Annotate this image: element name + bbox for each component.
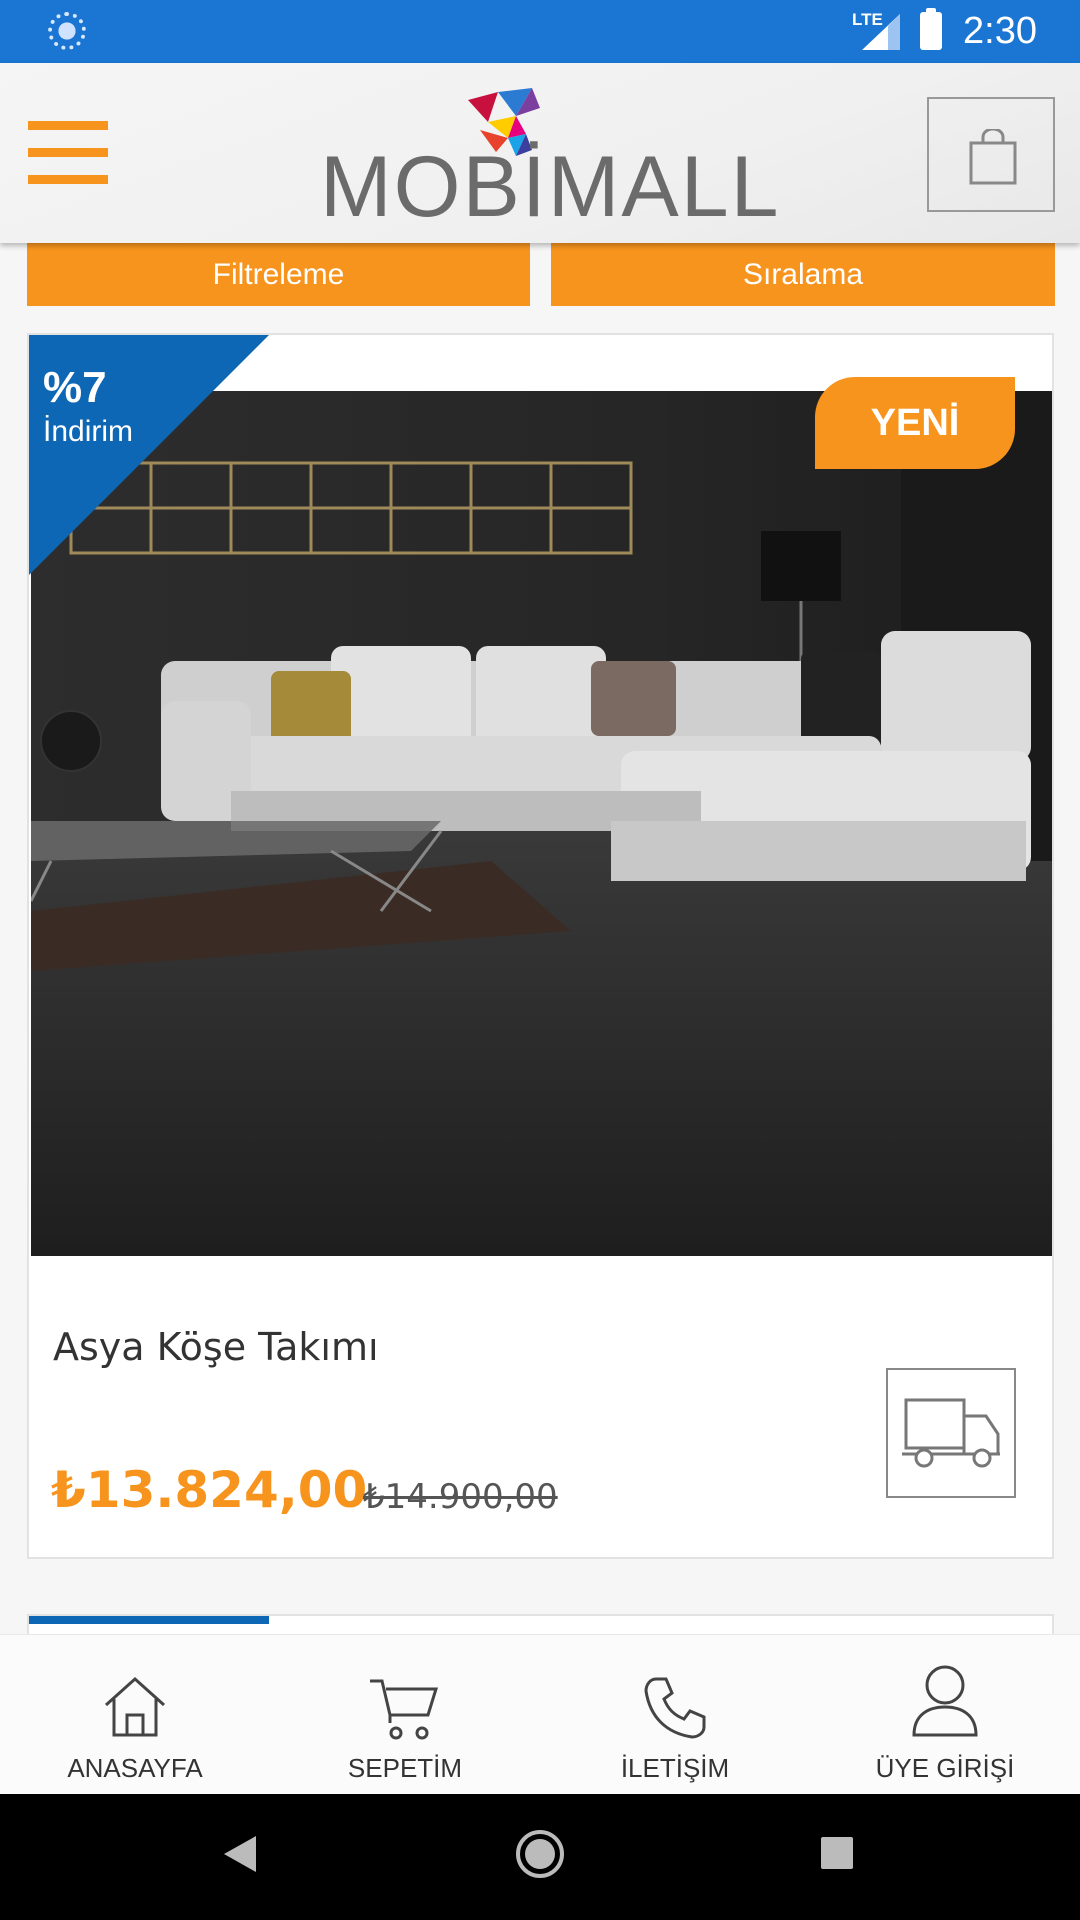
nav-login[interactable]: ÜYE GİRİŞİ	[810, 1635, 1080, 1795]
clock: 2:30	[963, 10, 1037, 52]
sort-button[interactable]: Sıralama	[551, 243, 1055, 306]
truck-icon	[902, 1398, 1000, 1468]
product-old-price: ₺14.900,00	[363, 1477, 558, 1517]
menu-icon[interactable]	[28, 119, 108, 187]
product-name[interactable]: Asya Köşe Takımı	[53, 1325, 379, 1369]
nav-cart-label: SEPETİM	[347, 1753, 463, 1783]
bottom-navigation: ANASAYFA SEPETİM İLETİŞİM ÜYE GİRİŞİ	[0, 1634, 1080, 1794]
product-card[interactable]: %7 İndirim YENİ Asya Köşe Takımı ₺13.824…	[27, 333, 1054, 1559]
shipping-info-button[interactable]	[886, 1368, 1016, 1498]
new-badge: YENİ	[815, 377, 1015, 469]
app-header: MOBİMALL	[0, 63, 1080, 243]
phone-icon	[644, 1677, 706, 1739]
status-bar: LTE 2:30	[0, 0, 1080, 63]
nav-contact-label: İLETİŞİM	[620, 1753, 730, 1783]
nav-home[interactable]: ANASAYFA	[0, 1635, 270, 1795]
nav-cart[interactable]: SEPETİM	[270, 1635, 540, 1795]
logo-text: MOBİMALL	[320, 139, 781, 235]
nav-home-label: ANASAYFA	[67, 1753, 203, 1783]
next-product-card[interactable]	[27, 1614, 1054, 1634]
discount-percent: %7	[43, 363, 107, 412]
discount-label: İndirim	[43, 415, 134, 448]
logo[interactable]: MOBİMALL	[320, 78, 780, 235]
filter-button[interactable]: Filtreleme	[27, 243, 530, 306]
sync-icon	[48, 12, 86, 50]
back-icon[interactable]	[222, 1834, 258, 1874]
system-navigation-bar	[0, 1794, 1080, 1920]
signal-icon	[862, 14, 900, 50]
header-cart-button[interactable]	[927, 97, 1055, 212]
home-icon	[104, 1676, 166, 1737]
shopping-bag-icon	[969, 129, 1017, 185]
battery-icon	[920, 8, 942, 50]
nav-contact[interactable]: İLETİŞİM	[540, 1635, 810, 1795]
cart-icon	[370, 1679, 439, 1740]
user-icon	[912, 1665, 978, 1737]
nav-login-label: ÜYE GİRİŞİ	[875, 1753, 1015, 1783]
home-button-icon[interactable]	[514, 1828, 566, 1880]
product-price: ₺13.824,00	[51, 1461, 368, 1519]
recents-icon[interactable]	[820, 1836, 854, 1870]
